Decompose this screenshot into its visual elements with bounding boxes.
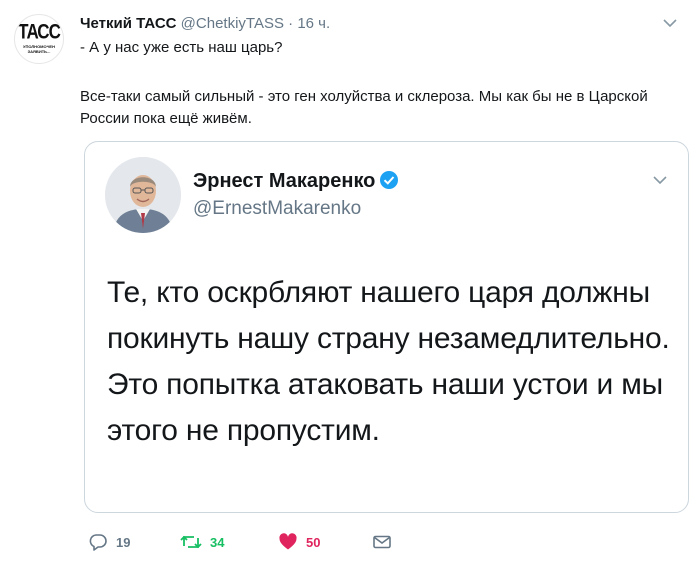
author-name[interactable]: Четкий ТАСС <box>80 15 177 32</box>
avatar-logo-subtitle: УПОЛНОМОЧЕН ЗАЯВИТЬ... <box>23 44 55 54</box>
tweet-text: Все-таки самый сильный - это ген холуйст… <box>80 88 648 127</box>
chevron-down-icon[interactable] <box>660 14 680 32</box>
envelope-icon <box>373 535 391 549</box>
chevron-down-icon[interactable] <box>650 172 670 188</box>
quoted-tweet-text: Те, кто оскрбляют нашего царя должны пок… <box>107 276 670 447</box>
retweet-icon <box>180 535 202 549</box>
quoted-author-handle[interactable]: @ErnestMakarenko <box>193 198 361 220</box>
tweet-reply-line: - А у нас уже есть наш царь? <box>80 39 283 56</box>
retweet-button[interactable]: 34 <box>180 530 224 554</box>
quoted-tweet-card[interactable]: Эрнест Макаренко @ErnestMakarenko Те, кт… <box>84 141 689 513</box>
person-photo-icon <box>105 157 181 233</box>
reply-button[interactable]: 19 <box>88 530 130 554</box>
tweet-timestamp[interactable]: 16 ч. <box>297 15 330 32</box>
header-separator: · <box>288 15 294 32</box>
heart-icon <box>279 533 297 550</box>
quoted-author-name[interactable]: Эрнест Макаренко <box>193 170 375 192</box>
author-handle[interactable]: @ChetkiyTASS <box>181 15 284 32</box>
like-count: 50 <box>306 534 321 550</box>
retweet-count: 34 <box>210 534 225 550</box>
tweet-header: Четкий ТАСС @ChetkiyTASS · 16 ч. <box>80 14 330 34</box>
reply-icon <box>89 534 107 551</box>
tweet-actions-bar: 19 34 50 <box>88 530 688 554</box>
quoted-author-name-row[interactable]: Эрнест Макаренко <box>193 170 399 192</box>
quoted-author-avatar[interactable] <box>105 157 181 233</box>
author-avatar[interactable]: ТАСС УПОЛНОМОЧЕН ЗАЯВИТЬ... <box>14 14 64 64</box>
verified-badge-icon <box>380 171 399 189</box>
reply-count: 19 <box>116 534 131 550</box>
like-button[interactable]: 50 <box>278 530 320 554</box>
direct-message-button[interactable] <box>372 530 392 554</box>
avatar-logo-text: ТАСС <box>18 19 61 44</box>
